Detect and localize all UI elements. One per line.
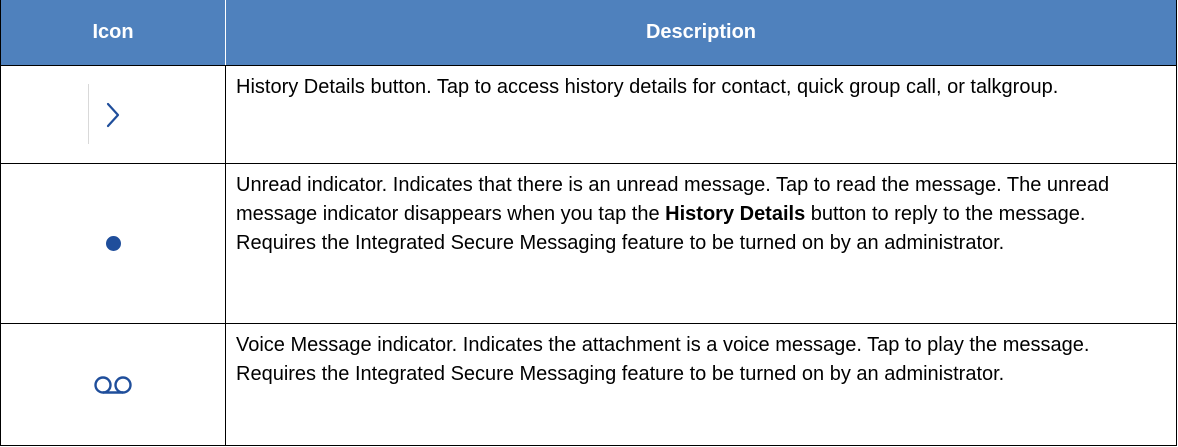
row-description: Voice Message indicator. Indicates the a… — [226, 324, 1176, 445]
description-text: History Details button. Tap to access hi… — [236, 76, 1059, 98]
header-description-cell: Description — [226, 0, 1176, 65]
description-text: Voice Message indicator. Indicates the a… — [236, 334, 1090, 385]
icon-cell — [1, 66, 226, 163]
row-description: History Details button. Tap to access hi… — [226, 66, 1176, 163]
bold-term: History Details — [665, 203, 806, 225]
chevron-right-icon — [106, 102, 120, 127]
header-icon-label: Icon — [92, 21, 134, 43]
divider-line — [88, 84, 89, 144]
row-description: Unread indicator. Indicates that there i… — [226, 164, 1176, 323]
table-header: Icon Description — [1, 0, 1176, 65]
icon-cell — [1, 164, 226, 323]
icon-description-table: Icon Description History Details button.… — [0, 0, 1177, 446]
table-row: Voice Message indicator. Indicates the a… — [1, 323, 1176, 445]
voicemail-icon — [94, 375, 132, 394]
table-row: Unread indicator. Indicates that there i… — [1, 163, 1176, 323]
unread-dot-icon — [105, 236, 121, 251]
header-description-label: Description — [645, 21, 757, 43]
table-row: History Details button. Tap to access hi… — [1, 65, 1176, 163]
icon-cell — [1, 324, 226, 445]
header-icon-cell: Icon — [1, 0, 226, 65]
